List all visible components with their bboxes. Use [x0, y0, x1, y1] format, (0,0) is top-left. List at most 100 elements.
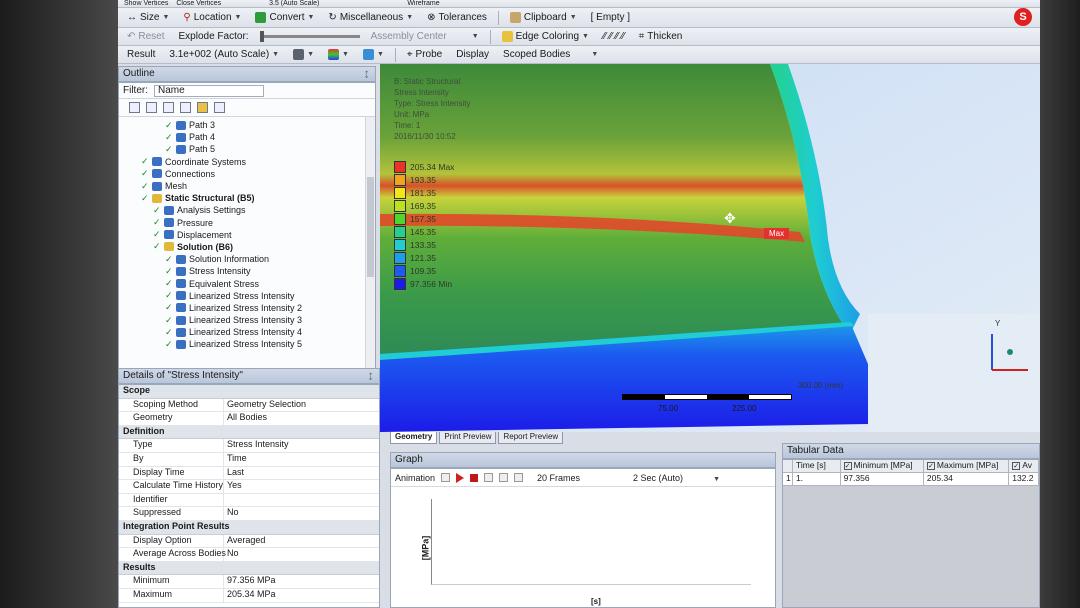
details-value[interactable]	[224, 494, 379, 507]
tree-tool-icon[interactable]	[163, 102, 174, 113]
tab-geometry[interactable]: Geometry	[390, 432, 438, 444]
details-row[interactable]: Maximum 205.34 MPa	[119, 588, 379, 603]
geometry-display-button[interactable]: ▼	[290, 48, 317, 61]
tree-item[interactable]: ✓ Connections	[119, 168, 375, 180]
details-value[interactable]: 97.356 MPa	[224, 575, 379, 588]
tree-item[interactable]: ✓ Stress Intensity	[119, 265, 375, 277]
play-icon[interactable]	[456, 472, 465, 483]
convert-button[interactable]: Convert ▼	[252, 11, 317, 24]
location-button[interactable]: ⚲ Location ▼	[180, 11, 244, 24]
details-row[interactable]: Identifier	[119, 493, 379, 508]
close-vertices[interactable]: Close Vertices	[176, 0, 221, 7]
tree-item[interactable]: ✓ Analysis Settings	[119, 204, 375, 216]
details-section-header[interactable]: Results	[119, 561, 379, 576]
details-value[interactable]: Geometry Selection	[224, 399, 379, 412]
filter-select[interactable]: Name	[154, 84, 264, 97]
graphics-viewport[interactable]: Y B: Static Structural Stress Intensity …	[380, 64, 1040, 432]
explode-factor-slider[interactable]	[259, 31, 360, 42]
checkbox-icon[interactable]: ✓	[1012, 461, 1021, 470]
details-value[interactable]: Stress Intensity	[224, 439, 379, 452]
max-probe-tag[interactable]: Max	[764, 228, 790, 239]
details-value[interactable]: Time	[224, 453, 379, 466]
details-section-header[interactable]: Scope	[119, 385, 379, 399]
tree-item[interactable]: ✓ Linearized Stress Intensity	[119, 290, 375, 302]
tree-item[interactable]: ✓ Solution Information	[119, 253, 375, 265]
details-value[interactable]: No	[224, 507, 379, 520]
sort-icon[interactable]	[214, 102, 225, 113]
details-value[interactable]: Yes	[224, 480, 379, 493]
tree-item[interactable]: ✓ Pressure	[119, 217, 375, 229]
details-row[interactable]: Average Across Bodies No	[119, 548, 379, 562]
details-row[interactable]: Display Option Averaged	[119, 534, 379, 549]
details-row[interactable]: Suppressed No	[119, 507, 379, 521]
details-row[interactable]: Minimum 97.356 MPa	[119, 575, 379, 589]
edges-button[interactable]: ▼	[360, 48, 387, 61]
expand-icon[interactable]	[180, 102, 191, 113]
tree-item[interactable]: ✓ Path 5	[119, 143, 375, 155]
tree-item[interactable]: ✓ Displacement	[119, 229, 375, 241]
previous-frame-icon[interactable]	[441, 473, 451, 482]
result-scale-select[interactable]: 3.1e+002 (Auto Scale) ▼	[166, 48, 282, 61]
edge-style-icons[interactable]: ⁄⁄ ⁄⁄ ⁄⁄ ⁄⁄	[600, 30, 628, 43]
assembly-center-select[interactable]: Assembly Center ▼	[368, 30, 482, 43]
next-frame-icon[interactable]	[484, 473, 494, 482]
column-header[interactable]: ✓ Av	[1009, 460, 1039, 473]
tree-item[interactable]: ✓ Linearized Stress Intensity 5	[119, 338, 375, 350]
tree-item[interactable]: ✓ Path 4	[119, 131, 375, 143]
tree-item[interactable]: ✓ Solution (B6)	[119, 241, 375, 253]
tree-item[interactable]: ✓ Path 3	[119, 119, 375, 131]
details-section-header[interactable]: Integration Point Results	[119, 520, 379, 535]
column-header[interactable]: Time [s]	[792, 460, 841, 473]
tree-item[interactable]: ✓ Equivalent Stress	[119, 277, 375, 289]
column-header[interactable]: ✓ Maximum [MPa]	[923, 460, 1010, 473]
tolerances-button[interactable]: ⊗ Tolerances	[424, 11, 490, 24]
thicken-button[interactable]: ⌗ Thicken	[636, 30, 686, 43]
column-header[interactable]: ✓ Minimum [MPa]	[840, 460, 924, 473]
frames-icon[interactable]	[499, 473, 509, 482]
details-row[interactable]: By Time	[119, 452, 379, 467]
details-value[interactable]: Last	[224, 467, 379, 480]
tree-item[interactable]: ✓ Coordinate Systems	[119, 156, 375, 168]
details-row[interactable]: Geometry All Bodies	[119, 412, 379, 426]
folder-icon[interactable]	[197, 102, 208, 113]
details-row[interactable]: Display Time Last	[119, 466, 379, 481]
scrollbar-thumb[interactable]	[367, 177, 374, 277]
details-value[interactable]: 205.34 MPa	[224, 589, 379, 602]
details-row[interactable]: Calculate Time History Yes	[119, 480, 379, 494]
details-value[interactable]: Averaged	[224, 535, 379, 548]
table-row[interactable]: 1 1. 97.356 205.34 132.2	[783, 473, 1039, 486]
pin-icon[interactable]: ᛨ	[364, 68, 369, 82]
tree-item[interactable]: ✓ Linearized Stress Intensity 2	[119, 302, 375, 314]
edge-coloring-button[interactable]: Edge Coloring ▼	[499, 30, 592, 43]
details-section-header[interactable]: Definition	[119, 425, 379, 440]
miscellaneous-button[interactable]: ↻ Miscellaneous ▼	[325, 11, 416, 24]
details-value[interactable]: No	[224, 548, 379, 561]
duration-select[interactable]: 2 Sec (Auto) ▼	[633, 473, 729, 483]
reset-button[interactable]: ↶ Reset	[124, 30, 168, 43]
tree-item[interactable]: ✓ Mesh	[119, 180, 375, 192]
checkbox-icon[interactable]: ✓	[843, 461, 852, 470]
frames-select[interactable]: 20 Frames	[537, 473, 627, 483]
tab-print-preview[interactable]: Print Preview	[439, 432, 497, 444]
tree-tool-icon[interactable]	[129, 102, 140, 113]
checkbox-icon[interactable]: ✓	[926, 461, 935, 470]
size-button[interactable]: ↔ Size ▼	[124, 11, 172, 24]
stop-icon[interactable]	[470, 473, 479, 482]
display-select[interactable]: Scoped Bodies ▼	[500, 48, 601, 61]
outline-scrollbar[interactable]	[365, 117, 375, 369]
pin-icon[interactable]: ᛨ	[368, 370, 373, 384]
details-row[interactable]: Scoping Method Geometry Selection	[119, 398, 379, 413]
tree-item[interactable]: ✓ Static Structural (B5)	[119, 192, 375, 204]
tree-item[interactable]: ✓ Linearized Stress Intensity 3	[119, 314, 375, 326]
details-value[interactable]: All Bodies	[224, 412, 379, 425]
show-vertices[interactable]: Show Vertices	[124, 0, 168, 7]
tree-tool-icon[interactable]	[146, 102, 157, 113]
details-row[interactable]: Type Stress Intensity	[119, 439, 379, 453]
tree-item[interactable]: ✓ Linearized Stress Intensity 4	[119, 326, 375, 338]
contour-button[interactable]: ▼	[325, 48, 352, 61]
clipboard-button[interactable]: Clipboard ▼	[507, 11, 580, 24]
wireframe[interactable]: Wireframe	[407, 0, 439, 7]
export-icon[interactable]	[514, 473, 524, 482]
probe-button[interactable]: ⌖ Probe	[404, 48, 445, 61]
tab-report-preview[interactable]: Report Preview	[498, 432, 564, 444]
